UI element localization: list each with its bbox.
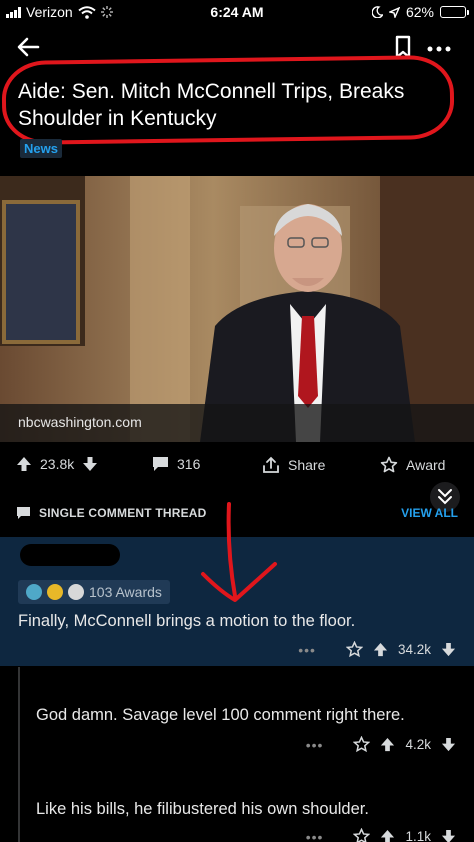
reply-score: 1.1k bbox=[405, 829, 431, 842]
award-icon[interactable] bbox=[353, 736, 371, 753]
battery-icon bbox=[440, 6, 469, 18]
comment-count: 316 bbox=[177, 456, 201, 472]
thread-label: SINGLE COMMENT THREAD bbox=[39, 506, 207, 520]
reply-score: 4.2k bbox=[405, 737, 431, 752]
award-button[interactable]: Award bbox=[380, 456, 445, 474]
award-icon bbox=[380, 456, 398, 473]
downvote-icon[interactable] bbox=[441, 642, 456, 657]
award-label: Award bbox=[406, 457, 446, 473]
award-icon-silver bbox=[68, 584, 84, 600]
status-right: 62% bbox=[371, 4, 469, 20]
upvote-icon[interactable] bbox=[380, 737, 395, 752]
comment-score: 34.2k bbox=[397, 642, 431, 657]
single-thread-header: SINGLE COMMENT THREAD VIEW ALL bbox=[0, 498, 474, 528]
downvote-icon[interactable] bbox=[441, 829, 456, 842]
more-options-icon[interactable] bbox=[426, 34, 452, 60]
comment-icon bbox=[153, 457, 168, 471]
location-arrow-icon bbox=[388, 6, 400, 18]
comment-icon bbox=[17, 507, 30, 519]
more-options-icon[interactable]: ••• bbox=[306, 829, 324, 842]
downvote-icon[interactable] bbox=[82, 456, 98, 472]
share-button[interactable]: Share bbox=[262, 456, 325, 474]
more-options-icon[interactable]: ••• bbox=[306, 737, 324, 753]
award-icon[interactable] bbox=[353, 828, 371, 842]
redacted-username bbox=[34, 676, 204, 696]
share-label: Share bbox=[288, 457, 326, 473]
award-icon[interactable] bbox=[345, 641, 363, 658]
more-options-icon[interactable]: ••• bbox=[298, 642, 316, 658]
upvote-icon[interactable] bbox=[380, 829, 395, 842]
downvote-icon[interactable] bbox=[441, 737, 456, 752]
post-title[interactable]: Aide: Sen. Mitch McConnell Trips, Breaks… bbox=[18, 78, 458, 132]
link-domain-bar[interactable]: nbcwashington.com bbox=[0, 404, 474, 442]
view-all-link[interactable]: VIEW ALL bbox=[401, 506, 458, 520]
comments-button[interactable]: 316 bbox=[152, 456, 200, 472]
reply-text: God damn. Savage level 100 comment right… bbox=[36, 706, 405, 724]
reply-actions: ••• 1.1k bbox=[306, 828, 456, 842]
post-flair[interactable]: News bbox=[20, 139, 62, 158]
bookmark-icon[interactable] bbox=[392, 34, 414, 60]
reply-actions: ••• 4.2k bbox=[306, 736, 456, 753]
redacted-username bbox=[20, 544, 120, 566]
comment-actions: ••• 34.2k bbox=[298, 641, 456, 658]
top-nav bbox=[0, 30, 474, 64]
award-icon-helpful bbox=[26, 584, 42, 600]
awards-badge[interactable]: 103 Awards bbox=[18, 580, 170, 604]
thread-indent-line bbox=[18, 667, 20, 842]
photo-illustration bbox=[0, 176, 474, 442]
reply-text: Like his bills, he filibustered his own … bbox=[36, 800, 369, 818]
comment-text: Finally, McConnell brings a motion to th… bbox=[18, 612, 356, 630]
post-action-bar: 23.8k 316 Share Award bbox=[0, 448, 474, 482]
share-icon bbox=[263, 456, 279, 473]
battery-percent: 62% bbox=[405, 4, 434, 20]
link-domain[interactable]: nbcwashington.com bbox=[18, 414, 142, 430]
awards-count: 103 Awards bbox=[89, 584, 162, 600]
thread-label-group: SINGLE COMMENT THREAD bbox=[16, 506, 207, 520]
status-bar: Verizon 6:24 AM 62% bbox=[0, 0, 474, 24]
award-icon-gold bbox=[47, 584, 63, 600]
post-score: 23.8k bbox=[40, 456, 75, 472]
post-image[interactable] bbox=[0, 176, 474, 442]
redacted-username bbox=[26, 764, 236, 786]
back-arrow-icon[interactable] bbox=[14, 32, 42, 60]
vote-group: 23.8k bbox=[16, 456, 98, 472]
upvote-icon[interactable] bbox=[16, 456, 32, 472]
upvote-icon[interactable] bbox=[373, 642, 388, 657]
moon-icon bbox=[371, 6, 383, 18]
